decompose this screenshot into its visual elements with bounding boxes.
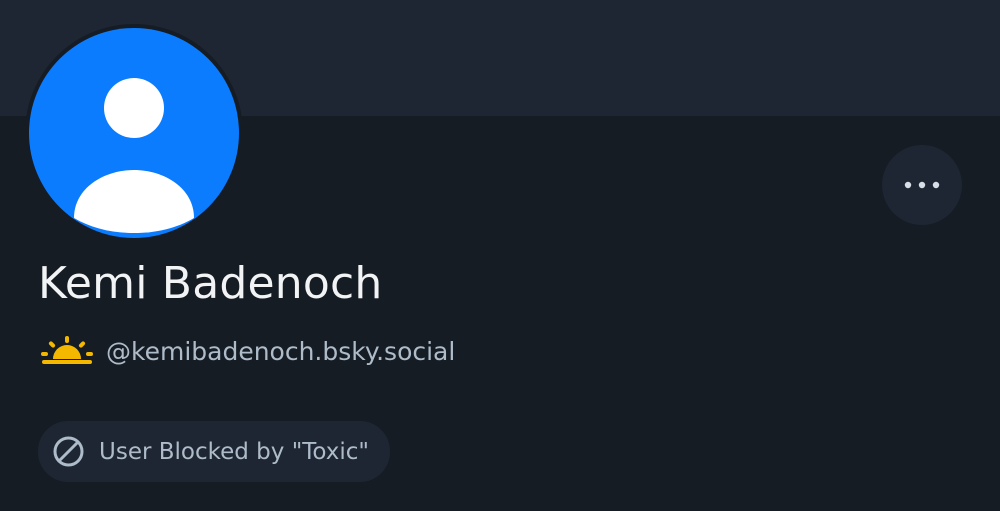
moderation-label: User Blocked by "Toxic" bbox=[99, 438, 370, 465]
more-options-button[interactable] bbox=[882, 145, 962, 225]
ellipsis-icon bbox=[904, 181, 940, 189]
moderation-status-badge[interactable]: User Blocked by "Toxic" bbox=[38, 421, 391, 482]
default-user-avatar-icon bbox=[29, 28, 239, 238]
sunrise-icon bbox=[41, 336, 93, 364]
profile-avatar[interactable] bbox=[25, 24, 243, 242]
blocked-circle-icon bbox=[53, 436, 84, 467]
profile-handle-row: @kemibadenoch.bsky.social bbox=[40, 331, 455, 371]
profile-handle[interactable]: @kemibadenoch.bsky.social bbox=[106, 337, 455, 366]
profile-display-name: Kemi Badenoch bbox=[38, 258, 383, 309]
